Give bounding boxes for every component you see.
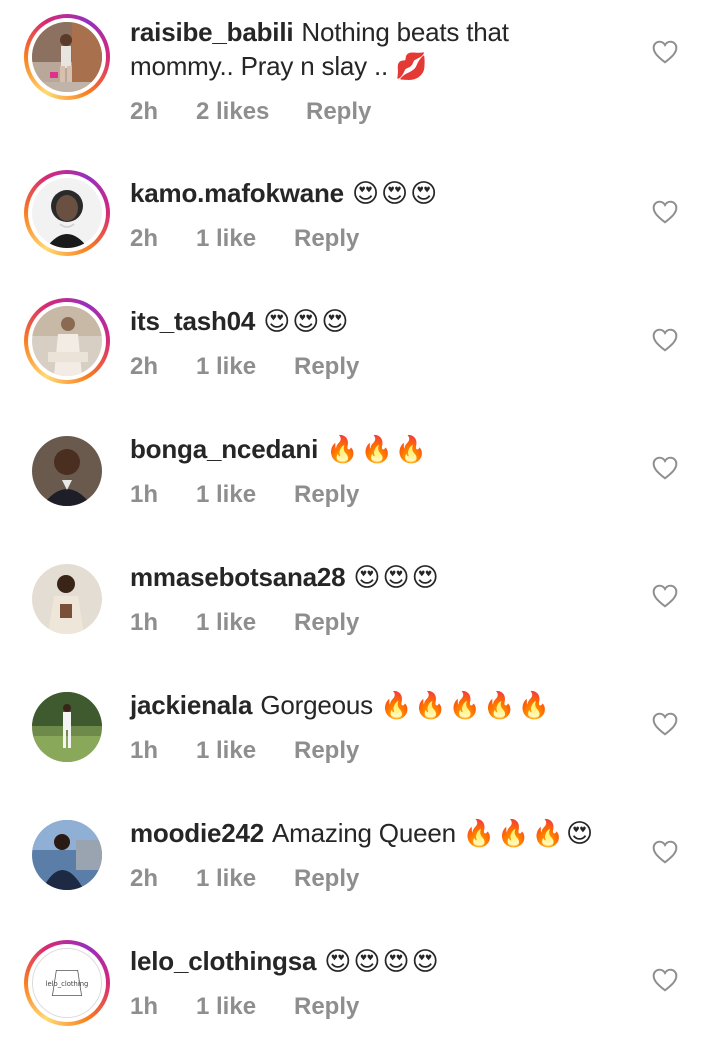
comment-item: mmasebotsana28 😍😍😍 1h 1 like Reply xyxy=(0,542,720,670)
heart-eyes-emoji-icon: 😍😍😍 xyxy=(263,307,351,337)
comment-likes-count[interactable]: 1 like xyxy=(196,993,294,1021)
comment-text: Nothing beats that xyxy=(301,17,509,47)
heart-outline-icon[interactable] xyxy=(652,200,678,224)
comment-username[interactable]: its_tash04 xyxy=(130,306,255,336)
comment-text-continued: mommy.. Pray n slay .. xyxy=(130,51,389,81)
heart-eyes-emoji-icon: 😍😍😍😍 xyxy=(324,947,441,977)
comment-likes-count[interactable]: 1 like xyxy=(196,353,294,381)
avatar-photo xyxy=(32,820,102,890)
comment-likes-count[interactable]: 2 likes xyxy=(196,98,306,126)
heart-outline-icon[interactable] xyxy=(652,712,678,736)
avatar[interactable]: lelo_clothing xyxy=(32,948,102,1018)
avatar-wrapper[interactable] xyxy=(24,428,110,514)
comment-username[interactable]: jackienala xyxy=(130,690,253,720)
reply-button[interactable]: Reply xyxy=(294,481,359,509)
avatar[interactable] xyxy=(32,692,102,762)
avatar[interactable] xyxy=(32,436,102,506)
comment-timestamp: 2h xyxy=(130,225,159,252)
avatar-story-ring[interactable] xyxy=(24,14,110,100)
avatar[interactable] xyxy=(32,564,102,634)
heart-outline-icon[interactable] xyxy=(652,968,678,992)
avatar-photo xyxy=(32,306,102,376)
comment-likes-count[interactable]: 1 like xyxy=(196,737,294,765)
comment-username[interactable]: raisibe_babili xyxy=(130,17,294,47)
comment-text: Amazing Queen xyxy=(272,818,456,848)
comment-username[interactable]: kamo.mafokwane xyxy=(130,178,344,208)
comment-item: lelo_clothing lelo_clothingsa 😍😍😍😍 1h 1 l… xyxy=(0,926,720,1054)
comment-username[interactable]: mmasebotsana28 xyxy=(130,562,346,592)
avatar-photo xyxy=(32,178,102,248)
reply-button[interactable]: Reply xyxy=(294,993,359,1021)
comment-username[interactable]: moodie242 xyxy=(130,818,264,848)
fire-emoji-icon: 🔥🔥🔥😍 xyxy=(462,819,596,849)
comment-timestamp: 2h xyxy=(130,353,159,380)
reply-button[interactable]: Reply xyxy=(294,225,359,253)
comment-timestamp: 1h xyxy=(130,609,159,636)
comment-timestamp: 2h xyxy=(130,98,159,125)
heart-outline-icon[interactable] xyxy=(652,40,678,64)
heart-outline-icon[interactable] xyxy=(652,840,678,864)
brand-logo-avatar: lelo_clothing xyxy=(33,949,101,1017)
kiss-mark-emoji-icon: 💋 xyxy=(395,52,430,82)
reply-button[interactable]: Reply xyxy=(294,353,359,381)
avatar-photo xyxy=(32,692,102,762)
reply-button[interactable]: Reply xyxy=(294,609,359,637)
comment-likes-count[interactable]: 1 like xyxy=(196,481,294,509)
avatar[interactable] xyxy=(32,22,102,92)
comment-username[interactable]: lelo_clothingsa xyxy=(130,946,316,976)
comment-timestamp: 2h xyxy=(130,865,159,892)
reply-button[interactable]: Reply xyxy=(294,737,359,765)
avatar[interactable] xyxy=(32,820,102,890)
comment-item: jackienala Gorgeous 🔥🔥🔥🔥🔥 1h 1 like Reply xyxy=(0,670,720,798)
comment-text: Gorgeous xyxy=(260,690,373,720)
avatar-wrapper[interactable] xyxy=(24,812,110,898)
heart-outline-icon[interactable] xyxy=(652,456,678,480)
comment-likes-count[interactable]: 1 like xyxy=(196,225,294,253)
comment-likes-count[interactable]: 1 like xyxy=(196,609,294,637)
comment-timestamp: 1h xyxy=(130,993,159,1020)
avatar-wrapper[interactable] xyxy=(24,556,110,642)
comment-timestamp: 1h xyxy=(130,737,159,764)
svg-text:lelo_clothing: lelo_clothing xyxy=(46,980,89,988)
avatar-story-ring[interactable] xyxy=(24,298,110,384)
fire-emoji-icon: 🔥🔥🔥🔥🔥 xyxy=(379,691,552,721)
comment-item: bonga_ncedani 🔥🔥🔥 1h 1 like Reply xyxy=(0,414,720,542)
comment-likes-count[interactable]: 1 like xyxy=(196,865,294,893)
avatar-wrapper[interactable] xyxy=(24,684,110,770)
comment-item: kamo.mafokwane 😍😍😍 2h 1 like Reply xyxy=(0,158,720,286)
comment-item: its_tash04 😍😍😍 2h 1 like Reply xyxy=(0,286,720,414)
avatar-photo xyxy=(32,22,102,92)
heart-outline-icon[interactable] xyxy=(652,584,678,608)
comment-timestamp: 1h xyxy=(130,481,159,508)
comment-item: raisibe_babili Nothing beats that mommy..… xyxy=(0,0,720,128)
heart-outline-icon[interactable] xyxy=(652,328,678,352)
avatar-photo xyxy=(32,436,102,506)
avatar[interactable] xyxy=(32,306,102,376)
comment-item: moodie242 Amazing Queen 🔥🔥🔥😍 2h 1 like Re… xyxy=(0,798,720,926)
fire-emoji-icon: 🔥🔥🔥 xyxy=(326,435,430,465)
reply-button[interactable]: Reply xyxy=(294,865,359,893)
avatar[interactable] xyxy=(32,178,102,248)
heart-eyes-emoji-icon: 😍😍😍 xyxy=(351,179,440,209)
reply-button[interactable]: Reply xyxy=(306,98,371,126)
comment-username[interactable]: bonga_ncedani xyxy=(130,434,318,464)
heart-eyes-emoji-icon: 😍😍😍 xyxy=(353,563,441,593)
avatar-photo xyxy=(32,564,102,634)
avatar-story-ring[interactable]: lelo_clothing xyxy=(24,940,110,1026)
avatar-story-ring[interactable] xyxy=(24,170,110,256)
